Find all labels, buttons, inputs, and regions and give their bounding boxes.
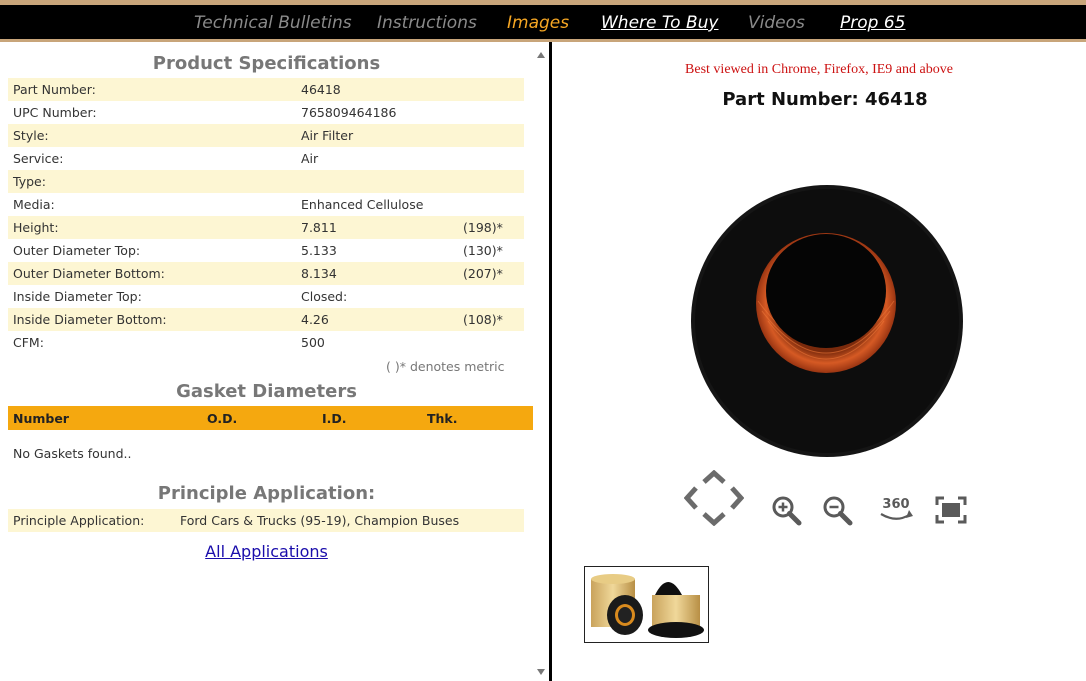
browser-note: Best viewed in Chrome, Firefox, IE9 and … bbox=[685, 62, 953, 77]
spec-row-type: Type: bbox=[8, 170, 524, 193]
rotate-360-label: 360 bbox=[882, 497, 909, 512]
spec-row-cfm: CFM: 500 bbox=[8, 331, 524, 354]
rotate-360-icon[interactable]: 360 bbox=[876, 494, 916, 524]
principle-application-row: Principle Application: Ford Cars & Truck… bbox=[8, 509, 524, 532]
thumbnail-image bbox=[591, 574, 704, 638]
spec-label: Outer Diameter Top: bbox=[13, 243, 141, 258]
spec-value: 7.811 bbox=[301, 220, 337, 235]
spec-metric: (108)* bbox=[463, 312, 503, 327]
spec-value: Air bbox=[301, 151, 319, 166]
spec-row-upc: UPC Number: 765809464186 bbox=[8, 101, 524, 124]
nav-images[interactable]: Images bbox=[507, 13, 569, 33]
spec-label: Style: bbox=[13, 128, 49, 143]
gasket-col-od: O.D. bbox=[207, 411, 238, 426]
spec-panel: Product Specifications Part Number: 4641… bbox=[0, 42, 549, 681]
spec-label: Outer Diameter Bottom: bbox=[13, 266, 165, 281]
spec-table: Part Number: 46418 UPC Number: 765809464… bbox=[8, 78, 524, 354]
spec-value: 46418 bbox=[301, 82, 341, 97]
spec-label: Inside Diameter Top: bbox=[13, 289, 142, 304]
application-label: Principle Application: bbox=[13, 513, 145, 528]
spec-row-outer-diameter-top: Outer Diameter Top: 5.133 (130)* bbox=[8, 239, 524, 262]
metric-note: ( )* denotes metric bbox=[386, 359, 505, 374]
zoom-in-icon[interactable] bbox=[770, 494, 802, 526]
pan-arrows-icon[interactable] bbox=[684, 470, 744, 526]
all-applications-link[interactable]: All Applications bbox=[0, 542, 533, 561]
pane-divider bbox=[549, 42, 552, 681]
spec-value: Closed: bbox=[301, 289, 348, 304]
product-image bbox=[691, 185, 963, 457]
spec-metric: (207)* bbox=[463, 266, 503, 281]
spec-metric: (130)* bbox=[463, 243, 503, 258]
product-specifications-title: Product Specifications bbox=[152, 53, 381, 74]
zoom-out-icon[interactable] bbox=[821, 494, 853, 526]
spec-label: Height: bbox=[13, 220, 59, 235]
spec-label: Part Number: bbox=[13, 82, 96, 97]
spec-value: 4.26 bbox=[301, 312, 329, 327]
image-thumbnail[interactable] bbox=[584, 566, 709, 643]
part-number-heading: Part Number: 46418 bbox=[722, 89, 928, 110]
spec-label: Inside Diameter Bottom: bbox=[13, 312, 167, 327]
gasket-diameters-title: Gasket Diameters bbox=[176, 381, 357, 402]
spec-row-inside-diameter-top: Inside Diameter Top: Closed: bbox=[8, 285, 524, 308]
spec-label: Media: bbox=[13, 197, 55, 212]
spec-row-height: Height: 7.811 (198)* bbox=[8, 216, 524, 239]
scroll-down-arrow[interactable] bbox=[537, 669, 545, 675]
spec-value: 8.134 bbox=[301, 266, 337, 281]
spec-row-style: Style: Air Filter bbox=[8, 124, 524, 147]
nav-videos[interactable]: Videos bbox=[748, 13, 805, 33]
no-gaskets-message: No Gaskets found.. bbox=[13, 446, 132, 461]
spec-label: Service: bbox=[13, 151, 64, 166]
spec-value: 500 bbox=[301, 335, 325, 350]
spec-value: Air Filter bbox=[301, 128, 354, 143]
spec-row-part-number: Part Number: 46418 bbox=[8, 78, 524, 101]
spec-label: UPC Number: bbox=[13, 105, 97, 120]
gasket-table-header: Number O.D. I.D. Thk. bbox=[8, 406, 534, 430]
spec-label: CFM: bbox=[13, 335, 44, 350]
nav-technical-bulletins[interactable]: Technical Bulletins bbox=[194, 13, 352, 33]
left-scrollbar[interactable] bbox=[533, 42, 549, 681]
spec-value: 5.133 bbox=[301, 243, 337, 258]
spec-row-inside-diameter-bottom: Inside Diameter Bottom: 4.26 (108)* bbox=[8, 308, 524, 331]
nav-where-to-buy[interactable]: Where To Buy bbox=[601, 13, 718, 33]
spec-metric: (198)* bbox=[463, 220, 503, 235]
spec-value: 765809464186 bbox=[301, 105, 397, 120]
spec-row-outer-diameter-bottom: Outer Diameter Bottom: 8.134 (207)* bbox=[8, 262, 524, 285]
spec-row-media: Media: Enhanced Cellulose bbox=[8, 193, 524, 216]
principle-application-title: Principle Application: bbox=[157, 483, 376, 504]
spec-value: Enhanced Cellulose bbox=[301, 197, 424, 212]
gasket-col-thk: Thk. bbox=[427, 411, 458, 426]
spec-label: Type: bbox=[13, 174, 46, 189]
gasket-col-id: I.D. bbox=[322, 411, 347, 426]
nav-instructions[interactable]: Instructions bbox=[377, 13, 477, 33]
fullscreen-icon[interactable] bbox=[935, 496, 967, 524]
gasket-col-number: Number bbox=[13, 411, 69, 426]
scroll-up-arrow[interactable] bbox=[537, 52, 545, 58]
nav-prop-65[interactable]: Prop 65 bbox=[840, 13, 905, 33]
application-value: Ford Cars & Trucks (95-19), Champion Bus… bbox=[180, 513, 460, 528]
top-nav-bar: Technical Bulletins Instructions Images … bbox=[0, 0, 1086, 42]
spec-row-service: Service: Air bbox=[8, 147, 524, 170]
